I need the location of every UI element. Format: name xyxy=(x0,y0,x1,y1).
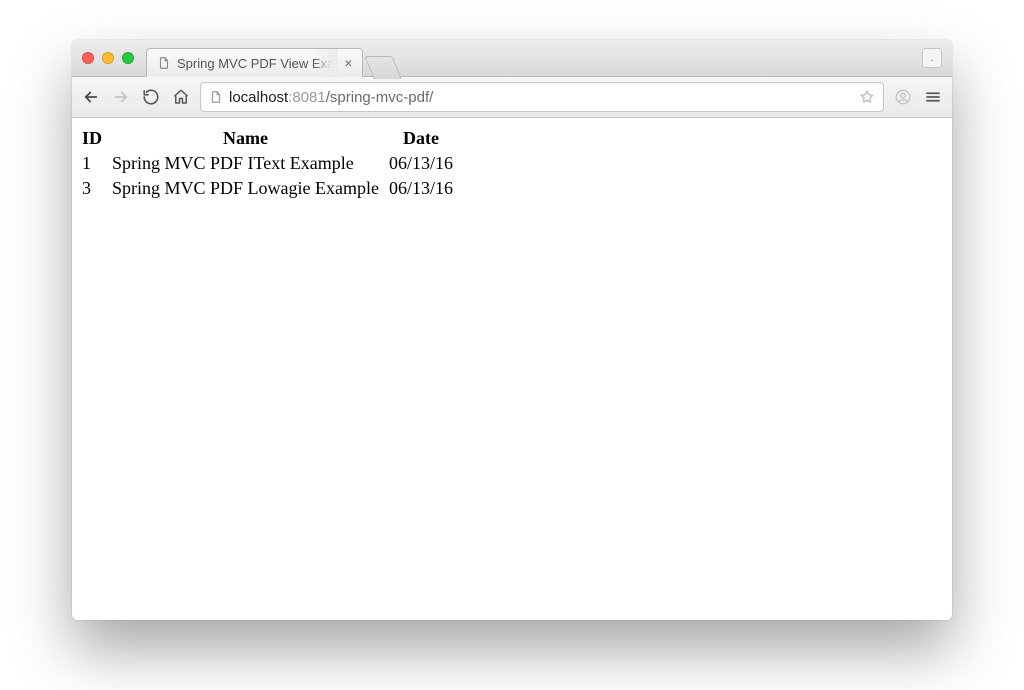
tab-title: Spring MVC PDF View Exa xyxy=(177,56,334,71)
cell-name: Spring MVC PDF IText Example xyxy=(112,151,389,176)
traffic-lights xyxy=(82,52,134,64)
col-name: Name xyxy=(112,126,389,151)
minimize-window-button[interactable] xyxy=(102,52,114,64)
close-tab-button[interactable]: × xyxy=(344,56,352,70)
new-tab-button[interactable] xyxy=(365,56,402,79)
url-path: /spring-mvc-pdf/ xyxy=(326,89,434,106)
col-id: ID xyxy=(82,126,112,151)
home-button[interactable] xyxy=(172,88,190,106)
tab-strip: Spring MVC PDF View Exa × xyxy=(146,40,397,76)
cell-id: 1 xyxy=(82,151,112,176)
bookmark-star-icon[interactable] xyxy=(859,89,875,105)
table-header-row: ID Name Date xyxy=(82,126,463,151)
page-content: ID Name Date 1 Spring MVC PDF IText Exam… xyxy=(72,118,952,209)
browser-tab-active[interactable]: Spring MVC PDF View Exa × xyxy=(146,48,363,77)
profile-icon[interactable] xyxy=(894,88,912,106)
window-titlebar: Spring MVC PDF View Exa × . xyxy=(72,40,952,77)
zoom-window-button[interactable] xyxy=(122,52,134,64)
url-port: :8081 xyxy=(288,89,326,106)
url-host: localhost xyxy=(229,89,288,106)
table-row: 1 Spring MVC PDF IText Example 06/13/16 xyxy=(82,151,463,176)
address-bar[interactable]: localhost:8081/spring-mvc-pdf/ xyxy=(200,82,884,112)
reload-button[interactable] xyxy=(142,88,160,106)
url-text: localhost:8081/spring-mvc-pdf/ xyxy=(229,89,853,106)
toolbar-right xyxy=(894,88,942,106)
forward-button[interactable] xyxy=(112,88,130,106)
close-window-button[interactable] xyxy=(82,52,94,64)
cell-date: 06/13/16 xyxy=(389,176,463,201)
back-button[interactable] xyxy=(82,88,100,106)
cell-date: 06/13/16 xyxy=(389,151,463,176)
table-row: 3 Spring MVC PDF Lowagie Example 06/13/1… xyxy=(82,176,463,201)
menu-button[interactable] xyxy=(924,88,942,106)
browser-toolbar: localhost:8081/spring-mvc-pdf/ xyxy=(72,77,952,118)
data-table: ID Name Date 1 Spring MVC PDF IText Exam… xyxy=(82,126,463,201)
file-icon xyxy=(157,56,171,70)
cell-id: 3 xyxy=(82,176,112,201)
page-icon xyxy=(209,90,223,104)
titlebar-extra-button[interactable]: . xyxy=(922,48,942,68)
cell-name: Spring MVC PDF Lowagie Example xyxy=(112,176,389,201)
browser-window: Spring MVC PDF View Exa × . xyxy=(72,40,952,620)
nav-buttons xyxy=(82,88,190,106)
col-date: Date xyxy=(389,126,463,151)
